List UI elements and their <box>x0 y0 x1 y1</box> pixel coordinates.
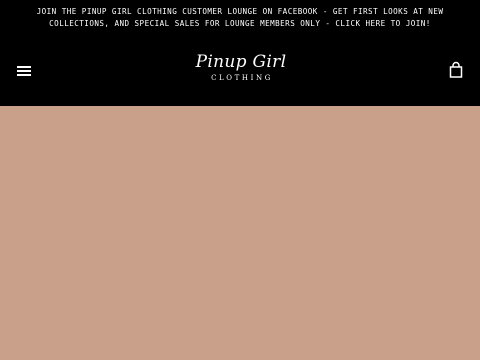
announcement-line-2: COLLECTIONS, AND SPECIAL SALES FOR LOUNG… <box>49 19 431 28</box>
shopping-bag-icon <box>449 61 463 78</box>
logo-script-text: Pinup Girl <box>195 52 287 72</box>
logo-subtitle-text: CLOTHING <box>211 74 273 82</box>
announcement-line-1: JOIN THE PINUP GIRL CLOTHING CUSTOMER LO… <box>36 7 444 16</box>
hero-banner <box>0 106 480 360</box>
cart-button[interactable] <box>447 61 465 79</box>
site-header: JOIN THE PINUP GIRL CLOTHING CUSTOMER LO… <box>0 0 480 106</box>
logo[interactable]: Pinup Girl CLOTHING <box>190 52 292 92</box>
announcement-bar[interactable]: JOIN THE PINUP GIRL CLOTHING CUSTOMER LO… <box>0 6 480 30</box>
menu-button[interactable] <box>16 64 34 78</box>
